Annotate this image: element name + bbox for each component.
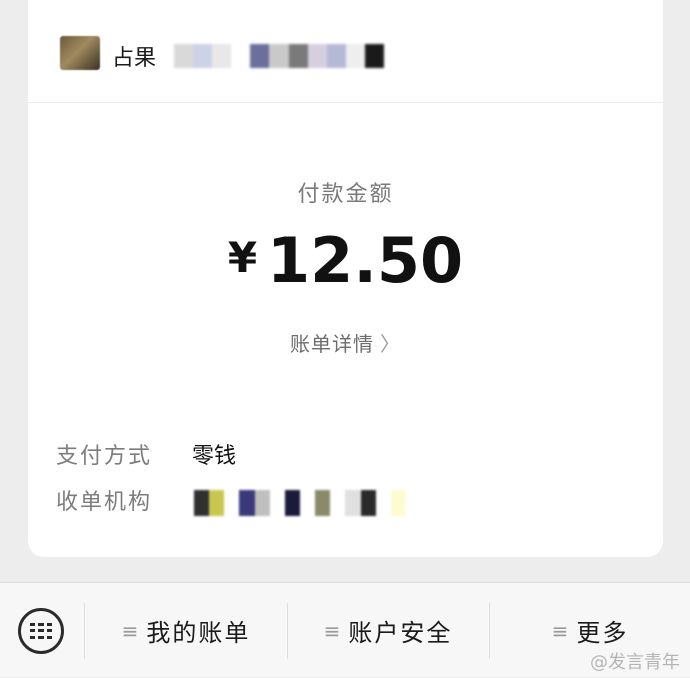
mosaic-block <box>360 490 376 516</box>
acquirer-label: 收单机构 <box>56 490 153 515</box>
bill-detail-link[interactable]: 账单详情〉 <box>28 328 663 357</box>
mosaic-block <box>364 44 385 68</box>
payment-method-value: 零钱 <box>192 444 237 469</box>
chevron-right-icon: 〉 <box>380 332 401 356</box>
mosaic-block <box>254 490 270 516</box>
menu-my-bills-label: 我的账单 <box>146 619 251 647</box>
watermark: @发言青年 <box>590 652 680 673</box>
menu-icon: ≡ <box>551 618 569 643</box>
mosaic-block <box>326 44 346 68</box>
mosaic-block <box>288 44 308 68</box>
mosaic-block <box>209 490 225 516</box>
payment-amount: ¥12.50 <box>28 224 663 297</box>
mosaic-block <box>174 44 194 68</box>
mosaic-block <box>299 490 316 516</box>
mosaic-block <box>284 490 300 516</box>
mosaic-block <box>269 44 289 68</box>
merchant-name-redacted <box>174 44 385 68</box>
mosaic-block <box>224 490 240 516</box>
mosaic-block <box>269 490 285 516</box>
mosaic-block <box>307 44 327 68</box>
mosaic-block <box>375 490 391 516</box>
merchant-name: 占果 <box>112 46 157 71</box>
mosaic-block <box>239 490 255 516</box>
mosaic-block <box>231 44 251 68</box>
mosaic-block <box>315 490 331 516</box>
mosaic-block <box>193 44 213 68</box>
divider <box>84 603 85 659</box>
merchant-avatar <box>60 36 100 70</box>
menu-icon: ≡ <box>323 618 341 643</box>
bottom-menu-bar: ≡ 我的账单 ≡ 账户安全 ≡ 更多 <box>0 582 690 677</box>
menu-more-label: 更多 <box>576 619 629 647</box>
currency-symbol: ¥ <box>227 233 258 282</box>
menu-icon: ≡ <box>121 618 139 643</box>
mosaic-block <box>212 44 232 68</box>
menu-account-security[interactable]: ≡ 账户安全 <box>288 583 488 678</box>
amount-value: 12.50 <box>267 224 464 297</box>
mosaic-block <box>345 44 365 68</box>
keyboard-icon[interactable] <box>18 608 64 654</box>
mosaic-block <box>194 490 210 516</box>
mosaic-block <box>250 44 270 68</box>
bill-detail-label: 账单详情 <box>290 332 374 356</box>
menu-account-security-label: 账户安全 <box>348 619 453 647</box>
mosaic-block <box>345 490 361 516</box>
acquirer-value-redacted <box>194 490 406 516</box>
payment-method-label: 支付方式 <box>56 444 153 469</box>
merchant-header[interactable]: 占果 <box>28 0 663 103</box>
amount-label: 付款金额 <box>297 182 394 207</box>
mosaic-block <box>390 490 406 516</box>
payment-card: 占果 付款金额 ¥12.50 账单详情〉 支付方式 零钱 收单机构 <box>28 0 663 557</box>
mosaic-block <box>330 490 346 516</box>
menu-my-bills[interactable]: ≡ 我的账单 <box>86 583 286 678</box>
